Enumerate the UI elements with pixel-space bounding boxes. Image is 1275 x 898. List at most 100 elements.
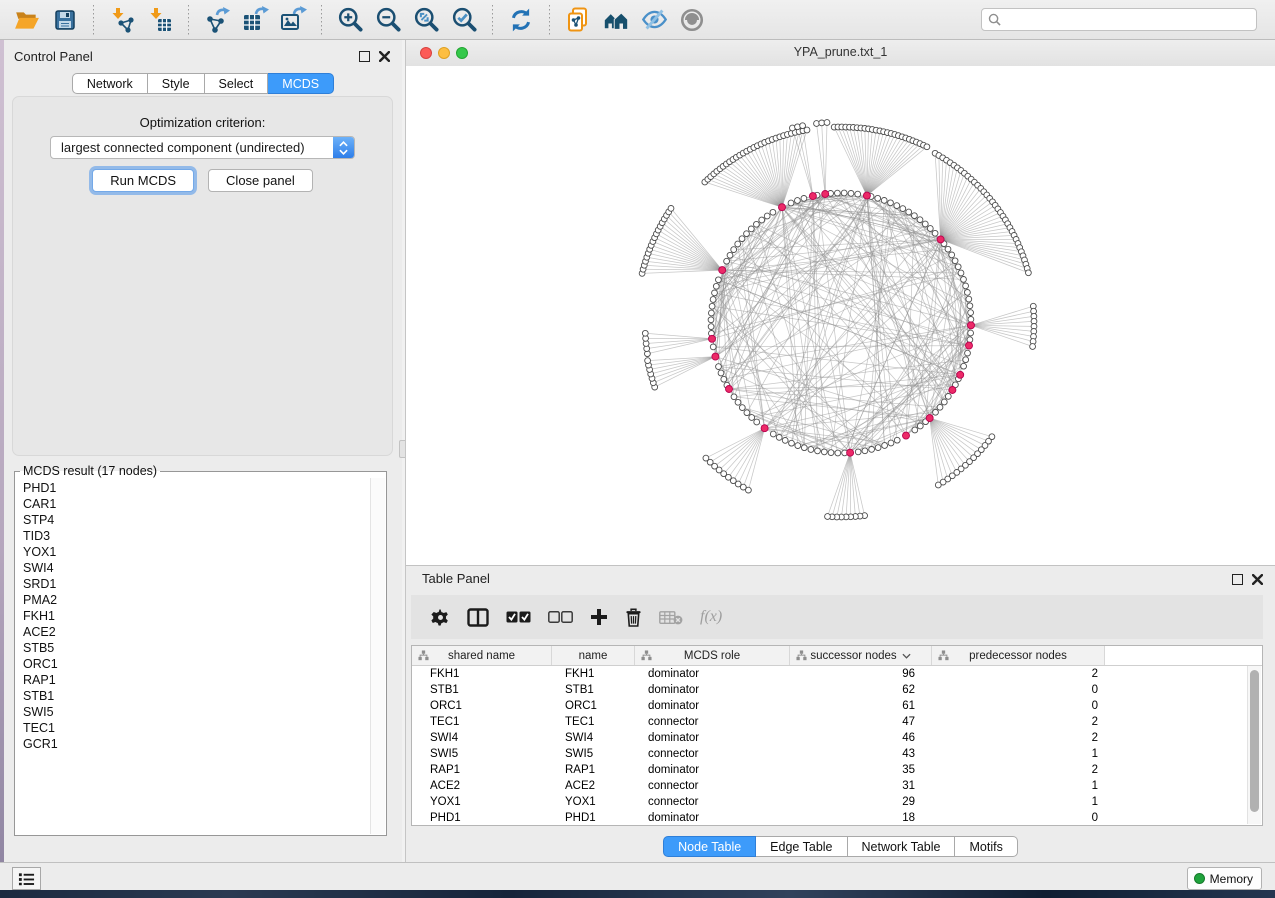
create-column-button[interactable] (590, 604, 608, 630)
graph-mcds-node[interactable] (761, 425, 768, 432)
graph-node[interactable] (754, 221, 760, 227)
table-row[interactable]: SWI4SWI4dominator462 (412, 730, 1262, 746)
graph-node[interactable] (776, 435, 782, 441)
graph-node[interactable] (744, 231, 750, 237)
graph-node[interactable] (961, 363, 967, 369)
graph-node[interactable] (724, 258, 730, 264)
search-field[interactable] (981, 8, 1257, 31)
mcds-result-item[interactable]: ACE2 (23, 624, 370, 640)
column-header-predecessor-nodes[interactable]: predecessor nodes (932, 646, 1105, 665)
table-row[interactable]: STB1STB1dominator620 (412, 682, 1262, 698)
close-panel-button[interactable]: Close panel (208, 169, 313, 192)
graph-node[interactable] (645, 358, 651, 364)
graph-mcds-node[interactable] (863, 192, 870, 199)
criterion-select[interactable]: largest connected component (undirected) (50, 136, 355, 159)
tab-network[interactable]: Network (72, 73, 148, 94)
graph-node[interactable] (917, 423, 923, 429)
graph-node[interactable] (824, 120, 830, 126)
tab-motifs[interactable]: Motifs (955, 836, 1017, 857)
tab-style[interactable]: Style (148, 73, 205, 94)
graph-node[interactable] (968, 310, 974, 316)
graph-node[interactable] (967, 337, 973, 343)
zoom-fit-button[interactable] (410, 4, 442, 36)
network-from-document-button[interactable] (562, 4, 594, 36)
graph-node[interactable] (789, 440, 795, 446)
graph-node[interactable] (739, 236, 745, 242)
mcds-result-item[interactable]: YOX1 (23, 544, 370, 560)
mcds-result-item[interactable]: SRD1 (23, 576, 370, 592)
show-graphics-details-button[interactable] (676, 4, 708, 36)
graph-node[interactable] (795, 443, 801, 449)
graph-node[interactable] (924, 144, 930, 150)
graph-node[interactable] (941, 399, 947, 405)
graph-mcds-node[interactable] (726, 386, 733, 393)
run-mcds-button[interactable]: Run MCDS (92, 169, 194, 192)
graph-node[interactable] (881, 198, 887, 204)
graph-node[interactable] (912, 427, 918, 433)
graph-node[interactable] (945, 246, 951, 252)
mcds-result-item[interactable]: ORC1 (23, 656, 370, 672)
graph-node[interactable] (716, 277, 722, 283)
table-row[interactable]: FKH1FKH1dominator962 (412, 666, 1262, 682)
mcds-result-item[interactable]: STB1 (23, 688, 370, 704)
zoom-in-button[interactable] (334, 4, 366, 36)
graph-node[interactable] (788, 200, 794, 206)
graph-node[interactable] (963, 357, 969, 363)
graph-node[interactable] (835, 190, 841, 196)
graph-node[interactable] (900, 206, 906, 212)
close-panel-icon[interactable] (379, 51, 390, 62)
graph-mcds-node[interactable] (809, 193, 816, 200)
mcds-result-item[interactable]: TEC1 (23, 720, 370, 736)
graph-node[interactable] (668, 206, 674, 212)
open-file-button[interactable] (11, 4, 43, 36)
graph-node[interactable] (855, 449, 861, 455)
tab-network-table[interactable]: Network Table (848, 836, 956, 857)
graph-node[interactable] (888, 440, 894, 446)
graph-node[interactable] (835, 450, 841, 456)
graph-node[interactable] (770, 209, 776, 215)
graph-node[interactable] (961, 277, 967, 283)
graph-node[interactable] (963, 283, 969, 289)
graph-node[interactable] (739, 405, 745, 411)
column-header-name[interactable]: name (552, 646, 635, 665)
graph-node[interactable] (801, 445, 807, 451)
delete-column-button[interactable] (625, 604, 642, 630)
graph-node[interactable] (968, 330, 974, 336)
graph-node[interactable] (708, 317, 714, 323)
graph-node[interactable] (716, 364, 722, 370)
mcds-result-item[interactable]: FKH1 (23, 608, 370, 624)
tab-select[interactable]: Select (205, 73, 269, 94)
table-settings-button[interactable] (431, 604, 450, 630)
search-input[interactable] (1005, 12, 1250, 28)
zoom-selected-button[interactable] (448, 4, 480, 36)
graph-node[interactable] (958, 270, 964, 276)
zoom-out-button[interactable] (372, 4, 404, 36)
graph-mcds-node[interactable] (937, 236, 944, 243)
graph-node[interactable] (710, 297, 716, 303)
network-window-titlebar[interactable]: YPA_prune.txt_1 (406, 40, 1275, 67)
graph-node[interactable] (952, 258, 958, 264)
graph-node[interactable] (710, 344, 716, 350)
graph-node[interactable] (935, 482, 941, 488)
graph-node[interactable] (1026, 270, 1032, 276)
table-scrollbar[interactable] (1247, 666, 1261, 824)
graph-mcds-node[interactable] (926, 415, 933, 422)
graph-node[interactable] (955, 264, 961, 270)
graph-node[interactable] (713, 283, 719, 289)
graph-node[interactable] (808, 447, 814, 453)
graph-node[interactable] (906, 209, 912, 215)
refresh-button[interactable] (505, 4, 537, 36)
graph-node[interactable] (927, 226, 933, 232)
graph-node[interactable] (965, 290, 971, 296)
float-window-icon[interactable] (1232, 574, 1243, 585)
graph-node[interactable] (966, 296, 972, 302)
graph-mcds-node[interactable] (847, 449, 854, 456)
graph-node[interactable] (731, 394, 737, 400)
memory-button[interactable]: Memory (1187, 867, 1262, 890)
graph-node[interactable] (855, 191, 861, 197)
mcds-result-item[interactable]: CAR1 (23, 496, 370, 512)
close-panel-icon[interactable] (1252, 574, 1263, 585)
graph-node[interactable] (965, 350, 971, 356)
graph-node[interactable] (933, 409, 939, 415)
graph-node[interactable] (721, 376, 727, 382)
